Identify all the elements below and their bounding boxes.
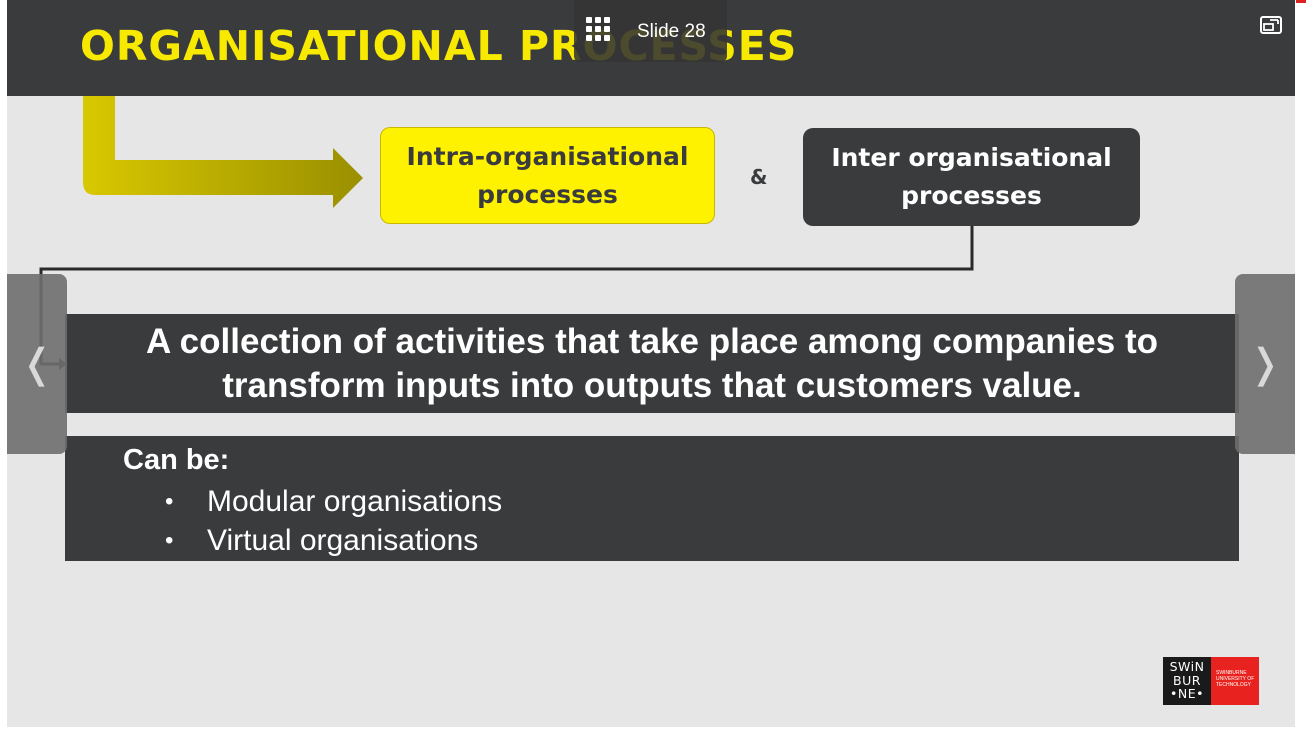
next-slide-button[interactable]: ❭	[1235, 274, 1295, 454]
definition-banner: A collection of activities that take pla…	[65, 314, 1239, 413]
logo-line: TECHNOLOGY	[1216, 682, 1252, 688]
logo-wordmark: SWiN BUR •NE•	[1163, 657, 1211, 705]
chevron-right-icon: ❭	[1248, 342, 1282, 386]
previous-slide-button[interactable]: ❬	[7, 274, 67, 454]
window-corner-accent	[1296, 0, 1306, 3]
slide-number-label: Slide 28	[637, 21, 706, 42]
can-be-panel: Can be: Modular organisations Virtual or…	[65, 436, 1239, 561]
expand-icon	[1259, 16, 1282, 34]
swinburne-logo: SWiN BUR •NE• SWINBURNE UNIVERSITY OF TE…	[1163, 657, 1259, 705]
logo-line: SWiN	[1169, 659, 1205, 674]
expand-button[interactable]	[1253, 11, 1288, 39]
slide-canvas: ORGANISATIONAL PROCESSES Intra-organisat…	[7, 0, 1295, 727]
logo-university-name: SWINBURNE UNIVERSITY OF TECHNOLOGY	[1211, 657, 1259, 705]
grid-icon	[586, 17, 610, 41]
logo-line: BUR	[1173, 672, 1201, 688]
slide-indicator[interactable]: Slide 28	[574, 0, 727, 62]
chevron-left-icon: ❬	[20, 342, 54, 386]
can-be-heading: Can be:	[123, 444, 230, 476]
list-item: Modular organisations	[165, 482, 502, 521]
list-item: Virtual organisations	[165, 521, 502, 560]
can-be-list: Modular organisations Virtual organisati…	[165, 482, 502, 560]
logo-line: •NE•	[1170, 686, 1204, 701]
